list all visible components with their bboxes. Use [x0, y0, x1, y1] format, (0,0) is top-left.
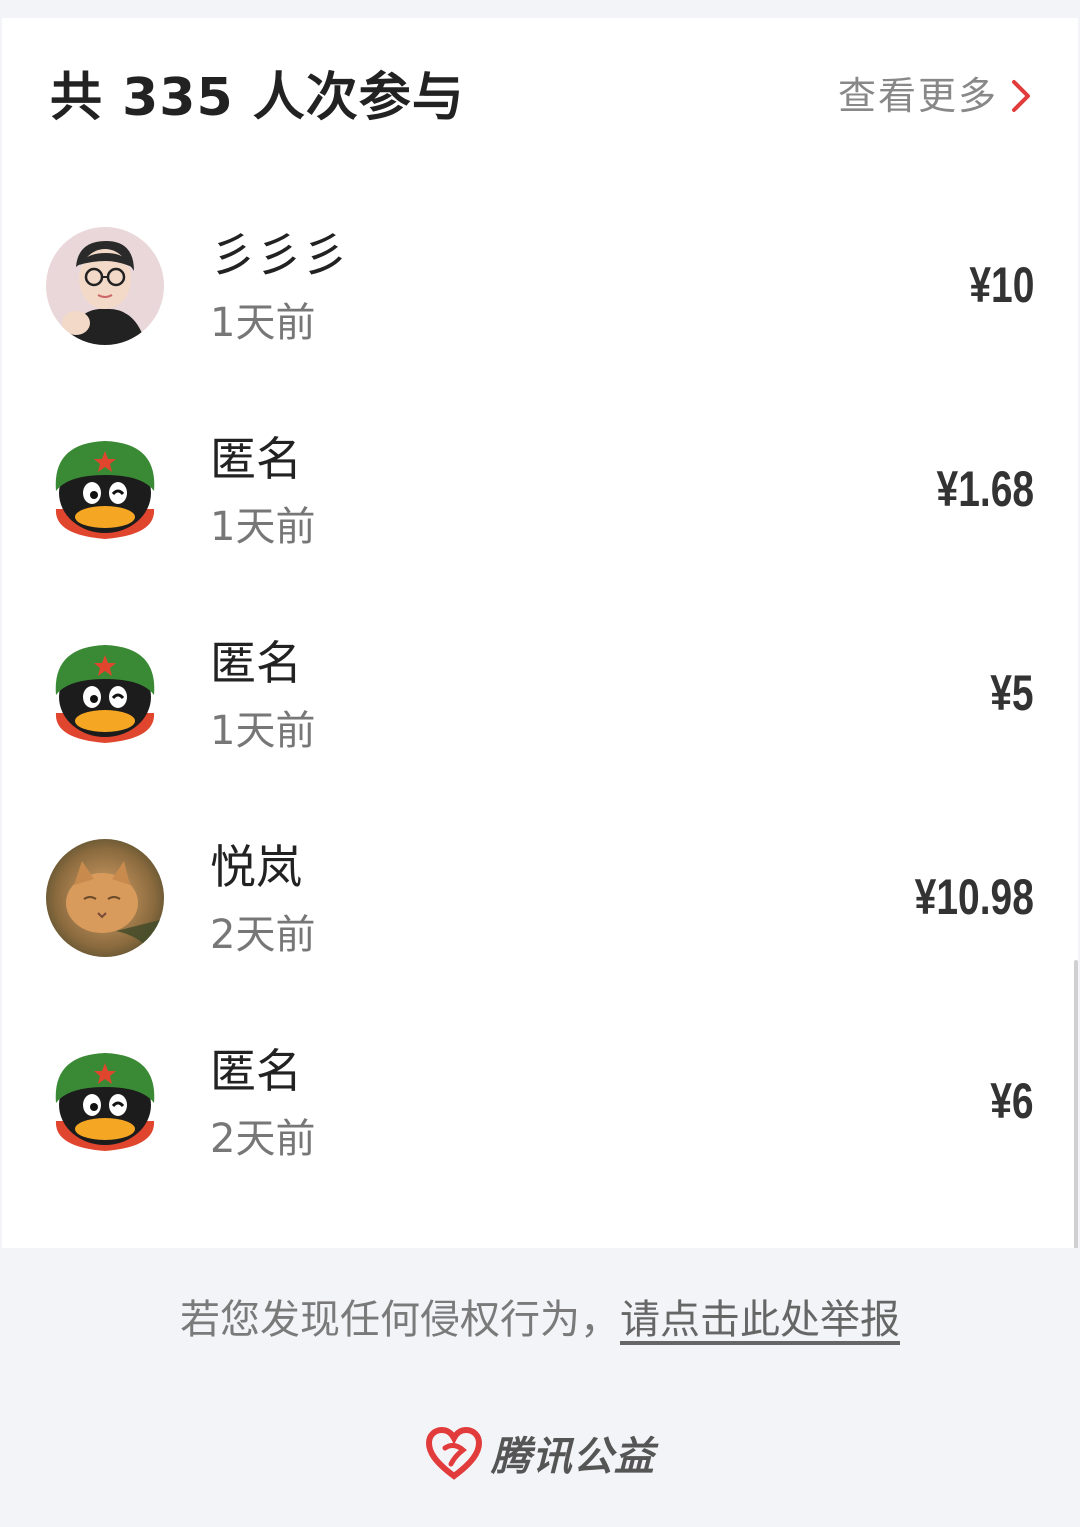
qq-penguin-icon	[46, 635, 164, 753]
donor-name: 彡彡彡	[210, 228, 348, 282]
footer: 若您发现任何侵权行为，请点击此处举报 腾讯公益	[0, 1248, 1080, 1527]
qq-penguin-icon	[46, 431, 164, 549]
report-link[interactable]: 请点击此处举报	[620, 1297, 900, 1343]
avatar	[46, 227, 164, 345]
donor-row[interactable]: 匿名 1天前 ¥5	[2, 611, 1078, 815]
donor-row[interactable]: 匿名 1天前 ¥1.68	[2, 407, 1078, 611]
donation-amount: ¥5	[990, 665, 1034, 721]
donor-row[interactable]: 匿名 2天前 ¥6	[2, 1019, 1078, 1223]
donor-name: 匿名	[210, 432, 302, 486]
donation-time: 1天前	[210, 504, 316, 550]
report-notice-text: 若您发现任何侵权行为，	[180, 1297, 620, 1343]
avatar	[46, 1043, 164, 1161]
donation-amount: ¥10	[968, 257, 1034, 313]
donor-card: 共 335 人次参与 查看更多 彡彡彡 1天前 ¥10 匿名 1天前 ¥1.68…	[2, 18, 1078, 1248]
donor-row[interactable]: 悦岚 2天前 ¥10.98	[2, 815, 1078, 1019]
cat-photo-icon	[46, 839, 164, 957]
card-header: 共 335 人次参与 查看更多	[2, 18, 1078, 178]
report-notice: 若您发现任何侵权行为，请点击此处举报	[0, 1292, 1080, 1348]
boy-glasses-avatar-icon	[46, 227, 164, 345]
view-more-label: 查看更多	[837, 74, 998, 118]
avatar	[46, 431, 164, 549]
donor-name: 匿名	[210, 1044, 302, 1098]
participant-count-title: 共 335 人次参与	[50, 68, 465, 128]
donor-name: 悦岚	[210, 840, 302, 894]
donation-time: 1天前	[210, 708, 316, 754]
tencent-charity-heart-icon	[425, 1426, 483, 1480]
view-more-link[interactable]: 查看更多	[838, 70, 1032, 122]
qq-penguin-icon	[46, 1043, 164, 1161]
donor-row[interactable]: 彡彡彡 1天前 ¥10	[2, 203, 1078, 407]
donor-list: 彡彡彡 1天前 ¥10 匿名 1天前 ¥1.68 匿名 1天前 ¥5 悦岚 2天…	[2, 203, 1078, 1223]
donation-amount: ¥10.98	[914, 869, 1034, 925]
donation-amount: ¥6	[990, 1073, 1034, 1129]
donation-time: 1天前	[210, 300, 316, 346]
donation-amount: ¥1.68	[936, 461, 1034, 517]
donation-time: 2天前	[210, 912, 316, 958]
donor-name: 匿名	[210, 636, 302, 690]
brand: 腾讯公益	[0, 1424, 1080, 1482]
avatar	[46, 839, 164, 957]
donation-time: 2天前	[210, 1116, 316, 1162]
scrollbar[interactable]	[1074, 960, 1078, 1250]
top-strip	[0, 0, 1080, 18]
chevron-right-icon	[1012, 80, 1030, 112]
avatar	[46, 635, 164, 753]
brand-name: 腾讯公益	[491, 1434, 655, 1480]
